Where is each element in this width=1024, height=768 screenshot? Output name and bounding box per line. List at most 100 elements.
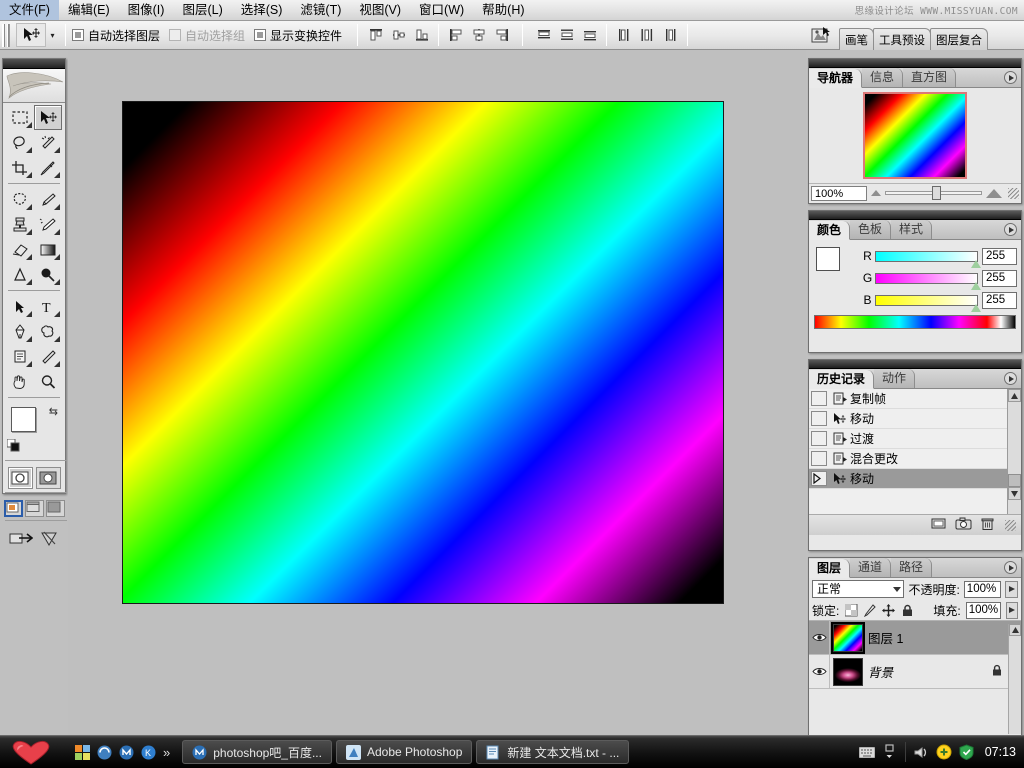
opacity-field[interactable]: 100% [964, 581, 1001, 598]
tool-preset-caret[interactable]: ▾ [46, 24, 59, 46]
menu-item-image[interactable]: 图像(I) [119, 0, 174, 20]
history-snapshot-source-box[interactable] [811, 431, 827, 446]
navigator-panel-menu-icon[interactable] [1004, 71, 1017, 84]
channel-slider-thumb-g[interactable] [971, 282, 981, 290]
swap-colors-icon[interactable]: ⇆ [49, 405, 58, 418]
tab-info[interactable]: 信息 [862, 68, 903, 87]
keyboard-layout-icon[interactable] [859, 744, 875, 760]
align-left-edges-icon[interactable] [445, 25, 466, 46]
align-vertical-centers-icon[interactable] [388, 25, 409, 46]
kugou-icon[interactable]: K [140, 744, 156, 760]
navigator-slider-thumb[interactable] [932, 186, 941, 200]
channel-slider-r[interactable] [875, 251, 978, 262]
auto-select-layer-checkbox[interactable]: 自动选择图层 [72, 27, 160, 44]
layers-scrollbar[interactable] [1008, 624, 1021, 734]
taskbar-clock[interactable]: 07:13 [985, 745, 1016, 759]
path-selection-tool[interactable] [6, 294, 34, 319]
quick-launch-overflow-icon[interactable]: » [163, 745, 170, 760]
type-tool[interactable]: T [34, 294, 62, 319]
zoom-tool[interactable] [34, 369, 62, 394]
channel-value-r[interactable]: 255 [982, 248, 1017, 265]
menu-item-edit[interactable]: 编辑(E) [59, 0, 119, 20]
history-list[interactable]: 复制帧 移动 过渡 [809, 389, 1021, 514]
tab-swatches[interactable]: 色板 [850, 220, 891, 239]
tab-history[interactable]: 历史记录 [809, 370, 874, 389]
lock-image-pixels-icon[interactable] [863, 603, 877, 618]
navigator-preview[interactable] [809, 88, 1021, 183]
slice-tool[interactable] [34, 155, 62, 180]
palette-well-icon[interactable] [809, 23, 835, 48]
navigator-panel-grabber[interactable] [809, 59, 1021, 68]
layer-row-background[interactable]: 背景 [809, 655, 1021, 689]
tab-actions[interactable]: 动作 [874, 369, 915, 388]
foreground-color-swatch[interactable] [11, 407, 36, 432]
auto-select-group-box[interactable] [169, 29, 181, 41]
tab-navigator[interactable]: 导航器 [809, 69, 862, 88]
history-snapshot-source-box[interactable] [811, 451, 827, 466]
start-button[interactable] [0, 736, 62, 768]
history-item[interactable]: 过渡 [809, 429, 1021, 449]
show-transform-controls-box[interactable] [254, 29, 266, 41]
menu-item-filter[interactable]: 滤镜(T) [291, 0, 350, 20]
lock-all-icon[interactable] [901, 603, 915, 618]
menu-item-window[interactable]: 窗口(W) [410, 0, 473, 20]
move-tool-icon[interactable] [16, 23, 46, 47]
history-snapshot-source-box[interactable] [811, 391, 827, 406]
history-scroll-thumb[interactable] [1008, 474, 1021, 487]
layer-visibility-toggle[interactable] [809, 655, 830, 688]
menu-item-layer[interactable]: 图层(L) [173, 0, 231, 20]
layers-panel-menu-icon[interactable] [1004, 561, 1017, 574]
maxthon-icon[interactable] [118, 744, 134, 760]
tab-histogram[interactable]: 直方图 [903, 68, 956, 87]
task-button-photoshop[interactable]: Adobe Photoshop [336, 740, 472, 764]
menu-item-view[interactable]: 视图(V) [350, 0, 410, 20]
eraser-tool[interactable] [6, 237, 34, 262]
eyedropper-tool[interactable] [34, 344, 62, 369]
well-tab-tool-presets[interactable]: 工具预设 [873, 28, 931, 50]
brush-tool[interactable] [34, 187, 62, 212]
zoom-in-icon[interactable] [986, 189, 1002, 198]
channel-slider-thumb-r[interactable] [971, 260, 981, 268]
menu-item-select[interactable]: 选择(S) [232, 0, 292, 20]
dodge-tool[interactable] [34, 262, 62, 287]
auto-select-group-checkbox[interactable]: 自动选择组 [169, 27, 245, 44]
show-desktop-icon[interactable] [74, 744, 90, 760]
align-right-edges-icon[interactable] [491, 25, 512, 46]
blend-mode-select[interactable]: 正常 [812, 580, 904, 598]
menu-item-help[interactable]: 帮助(H) [473, 0, 533, 20]
delete-state-icon[interactable] [981, 517, 994, 534]
history-resize-grip[interactable] [1005, 520, 1016, 531]
history-panel-menu-icon[interactable] [1004, 372, 1017, 385]
opacity-slider-caret[interactable] [1005, 581, 1018, 598]
fill-slider-caret[interactable] [1006, 602, 1018, 619]
history-snapshot-source-box[interactable] [811, 411, 827, 426]
notes-tool[interactable] [6, 344, 34, 369]
navigator-zoom-field[interactable]: 100% [811, 186, 867, 201]
show-hidden-icons-icon[interactable] [882, 744, 898, 760]
history-item-selected[interactable]: 移动 [809, 469, 1021, 489]
layer-thumbnail[interactable] [833, 658, 863, 686]
magic-wand-tool[interactable] [34, 130, 62, 155]
toolbox-grabber[interactable] [3, 59, 65, 69]
navigator-zoom-slider[interactable] [885, 186, 982, 200]
gradient-tool[interactable] [34, 237, 62, 262]
healing-brush-tool[interactable] [6, 187, 34, 212]
distribute-left-edges-icon[interactable] [613, 25, 634, 46]
options-bar-grip[interactable] [2, 24, 10, 47]
document-canvas[interactable] [122, 101, 724, 604]
history-item[interactable]: 混合更改 [809, 449, 1021, 469]
auto-select-layer-box[interactable] [72, 29, 84, 41]
tab-channels[interactable]: 通道 [850, 558, 891, 577]
standard-mode-icon[interactable] [8, 467, 33, 489]
menu-item-file[interactable]: 文件(F) [0, 0, 59, 20]
layers-scroll-up-arrow[interactable] [1009, 624, 1021, 636]
show-transform-controls-checkbox[interactable]: 显示变换控件 [254, 27, 342, 44]
history-scroll-up-arrow[interactable] [1008, 389, 1021, 402]
distribute-vertical-centers-icon[interactable] [556, 25, 577, 46]
lock-position-icon[interactable] [882, 603, 896, 618]
color-panel-menu-icon[interactable] [1004, 223, 1017, 236]
align-top-edges-icon[interactable] [365, 25, 386, 46]
custom-shape-tool[interactable] [34, 319, 62, 344]
full-screen-mode-icon[interactable] [46, 500, 65, 517]
history-panel-grabber[interactable] [809, 360, 1021, 369]
